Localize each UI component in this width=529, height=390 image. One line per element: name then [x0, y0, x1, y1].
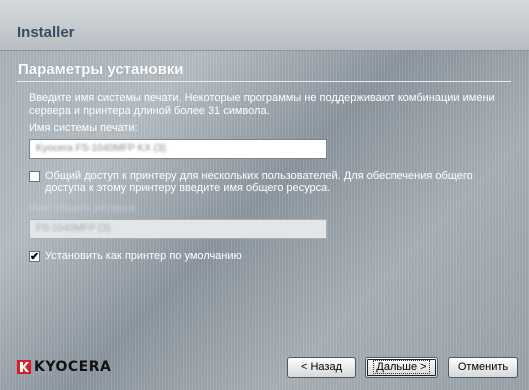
share-checkbox[interactable]	[29, 171, 40, 182]
share-checkbox-label: Общий доступ к принтеру для нескольких п…	[45, 170, 473, 194]
window-title: Installer	[17, 24, 75, 41]
share-name-label-text: Имя общего ресурса:	[29, 202, 138, 214]
back-button[interactable]: < Назад	[287, 357, 356, 378]
next-button-label: Дальше >	[373, 360, 430, 374]
default-printer-checkbox[interactable]: ✔	[29, 251, 40, 263]
kyocera-logo-text: KYOCERA	[34, 359, 112, 375]
kyocera-logo: KYOCERA	[17, 357, 111, 377]
cancel-button-label: Отменить	[457, 361, 509, 373]
printer-name-label: Имя системы печати:	[29, 122, 138, 134]
printer-name-input[interactable]: Kyocera FS-1040MFP KX (3)	[29, 139, 327, 159]
printer-name-value: Kyocera FS-1040MFP KX (3)	[36, 143, 166, 154]
share-name-label: Имя общего ресурса:	[29, 202, 138, 214]
default-printer-label: Установить как принтер по умолчанию	[45, 250, 242, 262]
share-name-input[interactable]: FS-1040MFP (3)	[29, 219, 327, 239]
installer-window: Installer Параметры установки Введите им…	[0, 0, 529, 390]
share-name-value: FS-1040MFP (3)	[36, 223, 111, 234]
kyocera-logo-icon	[17, 360, 31, 374]
section-title: Параметры установки	[18, 61, 184, 78]
checkmark-icon: ✔	[30, 251, 40, 263]
cancel-button[interactable]: Отменить	[448, 357, 518, 378]
title-bar: Installer	[0, 0, 529, 51]
back-button-label: < Назад	[301, 361, 342, 373]
next-button[interactable]: Дальше >	[365, 357, 438, 378]
description-text: Введите имя системы печати. Некоторые пр…	[29, 92, 495, 117]
section-divider	[17, 81, 511, 82]
